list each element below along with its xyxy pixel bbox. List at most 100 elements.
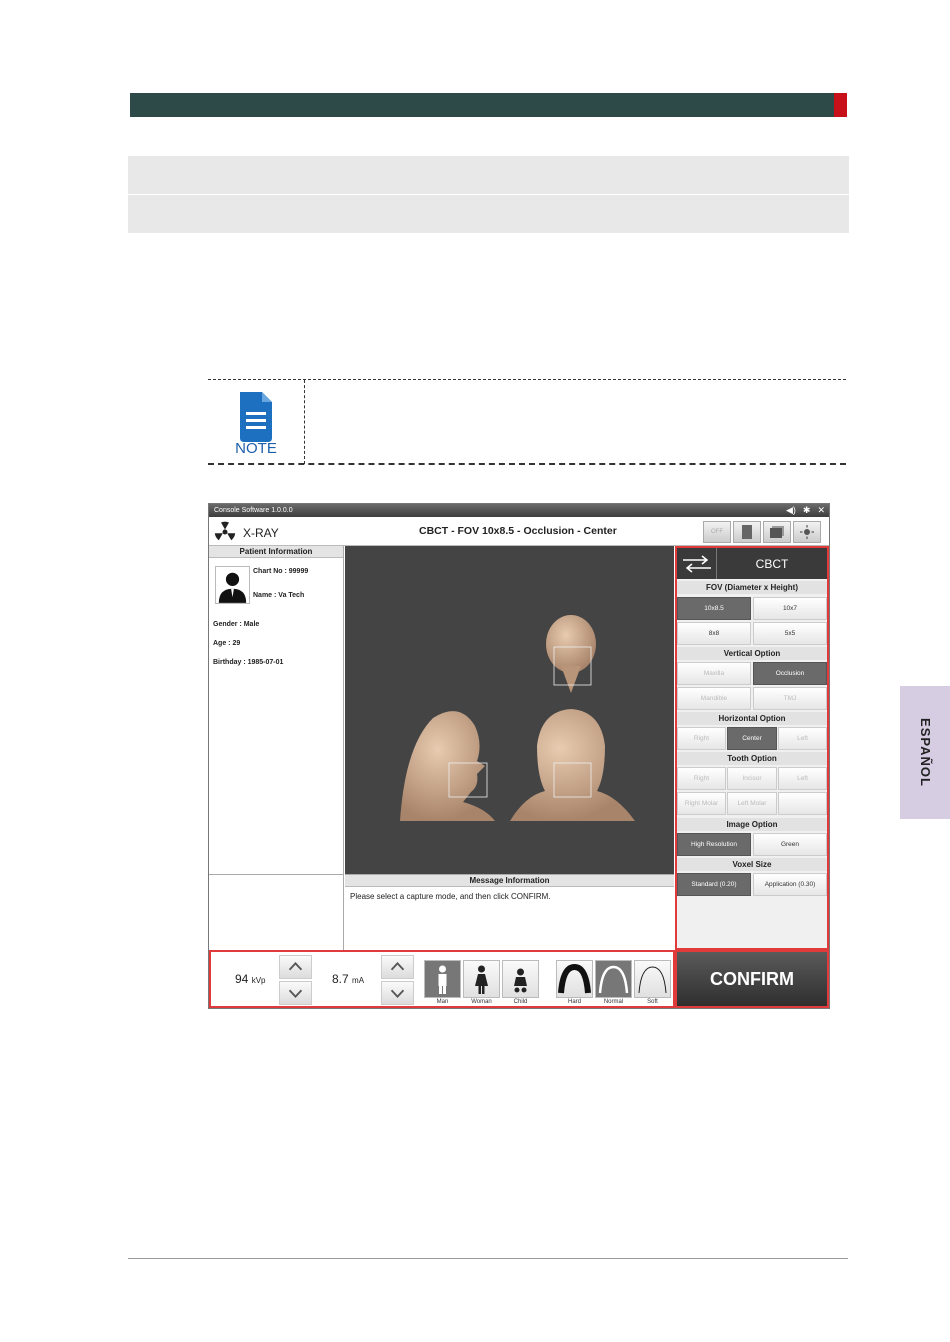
voxel-option[interactable]: Application (0.30) xyxy=(753,873,827,896)
soft-label: Soft xyxy=(647,999,658,1005)
normal-arch-icon xyxy=(598,965,629,994)
fov-section-title: FOV (Diameter x Height) xyxy=(677,581,827,594)
vertical-option[interactable]: TMJ xyxy=(753,687,827,710)
radiation-icon xyxy=(214,521,236,541)
normal-label: Normal xyxy=(603,999,624,1005)
soft-arch-icon xyxy=(638,966,667,994)
app-header: X-RAY CBCT - FOV 10x8.5 - Occlusion - Ce… xyxy=(209,517,829,546)
head-models-image xyxy=(400,615,635,821)
mode-title: CBCT - FOV 10x8.5 - Occlusion - Center xyxy=(419,525,617,537)
kvp-down-button[interactable] xyxy=(279,981,312,1005)
window-title: Console Software 1.0.0.0 xyxy=(214,507,293,514)
man-button[interactable] xyxy=(424,960,461,998)
message-section-title: Message Information xyxy=(345,875,674,887)
child-button[interactable] xyxy=(502,960,539,998)
child-icon xyxy=(514,968,527,993)
message-text: Please select a capture mode, and then c… xyxy=(350,892,551,901)
language-tab: ESPAÑOL xyxy=(900,686,950,819)
chevron-up-icon xyxy=(390,961,405,971)
ma-readout: 8.7 mA xyxy=(332,972,364,986)
image-section-title: Image Option xyxy=(677,818,827,831)
light-icon[interactable] xyxy=(793,521,821,543)
ma-down-button[interactable] xyxy=(381,981,414,1005)
vertical-section-title: Vertical Option xyxy=(677,647,827,660)
chevron-up-icon xyxy=(288,961,303,971)
fov-option[interactable]: 10x8.5 xyxy=(677,597,751,620)
fov-option[interactable]: 5x5 xyxy=(753,622,827,645)
ma-value: 8.7 xyxy=(332,972,349,986)
hard-label: Hard xyxy=(567,999,581,1005)
switch-arrows-icon xyxy=(683,555,711,573)
switch-mode-button[interactable] xyxy=(677,548,717,579)
device-icon[interactable] xyxy=(733,521,761,543)
note-divider xyxy=(304,380,305,464)
screen-icon[interactable] xyxy=(763,521,791,543)
soft-arch-button[interactable] xyxy=(634,960,671,998)
header-bar xyxy=(130,93,834,117)
chart-no: Chart No : 99999 xyxy=(253,568,309,575)
head-preview xyxy=(345,546,674,874)
console-window: Console Software 1.0.0.0 ◀) ✱ ✕ X-RAY CB… xyxy=(208,503,830,1009)
gray-band-2 xyxy=(128,195,849,233)
kvp-unit: kVp xyxy=(251,976,266,985)
voxel-section-title: Voxel Size xyxy=(677,858,827,871)
header-accent xyxy=(834,93,847,117)
language-tab-label: ESPAÑOL xyxy=(917,718,933,787)
tooth-option[interactable]: Left xyxy=(778,767,827,790)
chevron-down-icon xyxy=(288,989,303,999)
hard-arch-icon xyxy=(558,963,591,994)
woman-label: Woman xyxy=(471,999,492,1005)
kvp-up-button[interactable] xyxy=(279,955,312,979)
ma-up-button[interactable] xyxy=(381,955,414,979)
fov-option[interactable]: 8x8 xyxy=(677,622,751,645)
horizontal-option[interactable]: Center xyxy=(727,727,777,750)
child-label: Child xyxy=(513,999,528,1005)
image-option[interactable]: Green xyxy=(753,833,827,856)
message-panel: Message Information Please select a capt… xyxy=(345,874,674,950)
settings-icon[interactable]: ✱ xyxy=(803,504,811,517)
footer-rule xyxy=(128,1258,848,1259)
avatar xyxy=(215,566,250,604)
woman-button[interactable] xyxy=(463,960,500,998)
tooth-option[interactable]: Right xyxy=(677,767,726,790)
image-option[interactable]: High Resolution xyxy=(677,833,751,856)
vertical-option[interactable]: Mandible xyxy=(677,687,751,710)
voxel-option[interactable]: Standard (0.20) xyxy=(677,873,751,896)
horizontal-section-title: Horizontal Option xyxy=(677,712,827,725)
hard-arch-button[interactable] xyxy=(556,960,593,998)
tooth-option-empty xyxy=(778,792,827,815)
normal-arch-button[interactable] xyxy=(595,960,632,998)
volume-icon[interactable]: ◀) xyxy=(786,504,796,517)
confirm-button[interactable]: CONFIRM xyxy=(675,950,829,1008)
man-icon xyxy=(438,965,447,994)
exposure-bar: 94 kVp 8.7 mA Man Woman Child Hard Norma… xyxy=(209,950,675,1008)
ma-unit: mA xyxy=(352,976,365,985)
tooth-option[interactable]: Incisor xyxy=(727,767,777,790)
patient-birthday: Birthday : 1985-07-01 xyxy=(213,659,284,666)
note-box: NOTE xyxy=(208,379,846,465)
tooth-section-title: Tooth Option xyxy=(677,752,827,765)
mode-label: CBCT xyxy=(755,556,789,571)
patient-name: Name : Va Tech xyxy=(253,592,305,599)
horizontal-option[interactable]: Right xyxy=(677,727,726,750)
window-titlebar: Console Software 1.0.0.0 ◀) ✱ ✕ xyxy=(209,504,829,517)
chevron-down-icon xyxy=(390,989,405,999)
vertical-option[interactable]: Maxilla xyxy=(677,662,751,685)
fov-option[interactable]: 10x7 xyxy=(753,597,827,620)
kvp-value: 94 xyxy=(235,972,249,986)
close-icon[interactable]: ✕ xyxy=(817,504,825,517)
patient-panel: Patient Information Chart No : 99999 Nam… xyxy=(209,546,344,874)
patient-age: Age : 29 xyxy=(213,640,241,647)
off-icon[interactable]: OFF xyxy=(703,521,731,543)
app-name: X-RAY xyxy=(243,526,279,540)
man-label: Man xyxy=(436,999,449,1005)
horizontal-option[interactable]: Left xyxy=(778,727,827,750)
woman-icon xyxy=(475,965,488,994)
patient-gender: Gender : Male xyxy=(213,621,260,628)
gray-band-1 xyxy=(128,156,849,194)
vertical-option[interactable]: Occlusion xyxy=(753,662,827,685)
tooth-option[interactable]: Left Molar xyxy=(727,792,777,815)
capture-options-panel: CBCT FOV (Diameter x Height) 10x8.5 10x7… xyxy=(675,546,829,950)
tooth-option[interactable]: Right Molar xyxy=(677,792,726,815)
message-left-area xyxy=(209,874,344,950)
